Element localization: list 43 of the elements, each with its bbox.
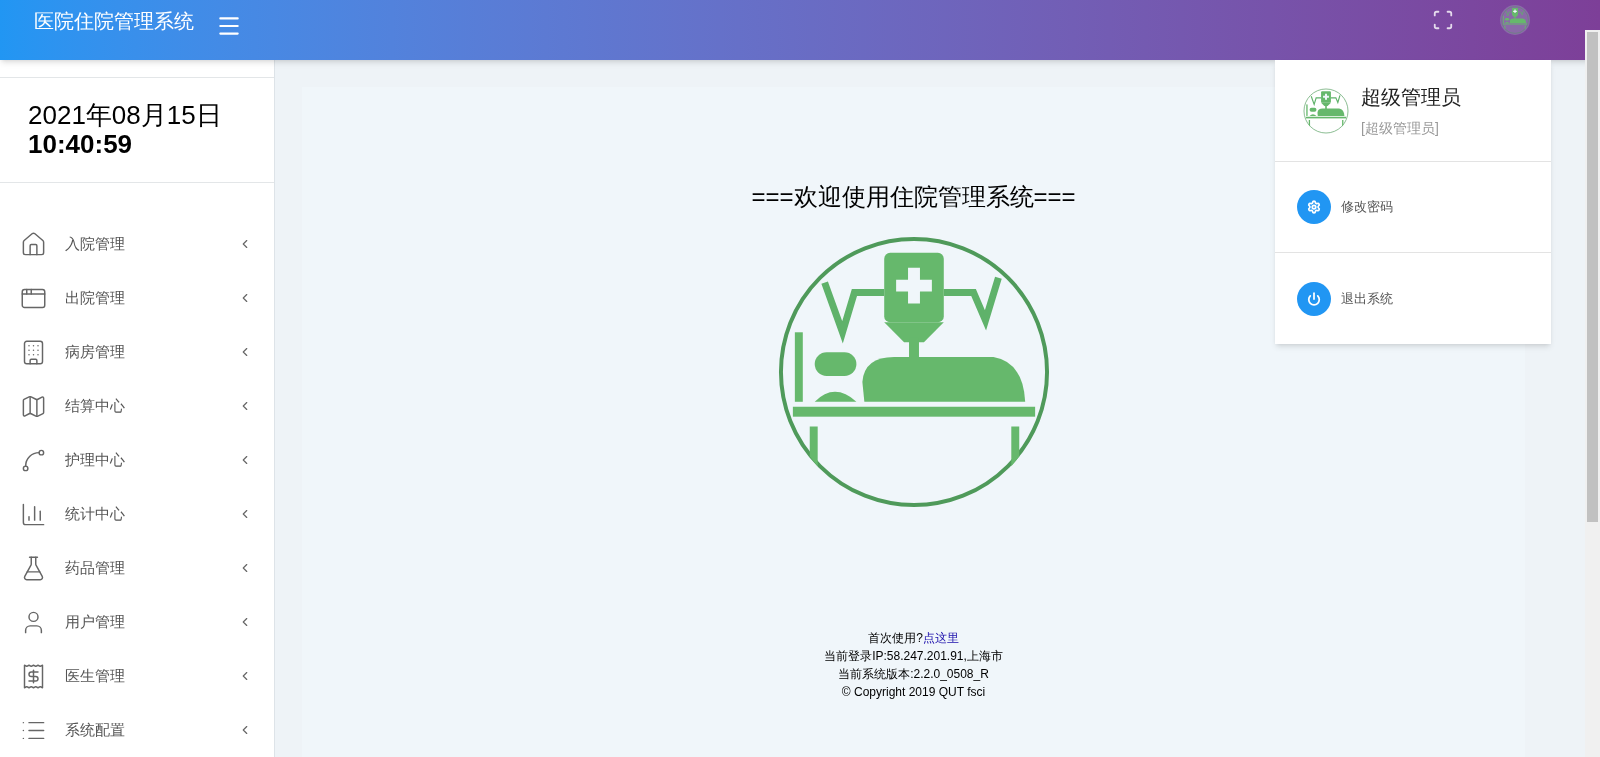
nav-label: 用户管理	[65, 611, 126, 632]
nav-label: 入院管理	[65, 233, 126, 254]
welcome-heading: ===欢迎使用住院管理系统===	[751, 182, 1076, 212]
nav-label: 病房管理	[65, 341, 126, 362]
house-icon	[20, 230, 47, 258]
click-here-link[interactable]: 点这里	[922, 631, 959, 645]
login-ip-text: 当前登录IP:58.247.201.91,上海市	[824, 648, 1003, 665]
settings-icon	[1297, 190, 1331, 224]
nav-label: 出院管理	[65, 287, 126, 308]
nav-item[interactable]: 药品管理	[0, 541, 274, 595]
version-text: 当前系统版本:2.2.0_0508_R	[838, 666, 989, 683]
nav-label: 系统配置	[65, 719, 126, 740]
nav-label: 医生管理	[65, 665, 126, 686]
nav-label: 统计中心	[65, 503, 126, 524]
nav-item[interactable]: 医生管理	[0, 649, 274, 703]
fullscreen-icon[interactable]	[1432, 9, 1454, 31]
nav-item[interactable]: 统计中心	[0, 487, 274, 541]
nav-label: 结算中心	[65, 395, 126, 416]
scrollbar[interactable]	[1585, 30, 1600, 757]
user-role: [超级管理员]	[1361, 119, 1440, 138]
nav-item[interactable]: 系统配置	[0, 703, 274, 757]
first-use-text: 首次使用?点这里	[868, 630, 959, 647]
menu-item-label: 退出系统	[1341, 289, 1393, 308]
avatar-icon[interactable]	[1500, 5, 1530, 35]
date-text: 2021年08月15日	[28, 101, 223, 129]
menu-item[interactable]: 修改密码	[1275, 162, 1551, 253]
app-title: 医院住院管理系统	[34, 9, 194, 34]
hospital-bed-icon	[1501, 6, 1529, 34]
nav-item[interactable]: 出院管理	[0, 271, 274, 325]
nav-item[interactable]: 病房管理	[0, 325, 274, 379]
user-avatar	[1303, 87, 1349, 134]
nav-item[interactable]: 入院管理	[0, 217, 274, 271]
menu-item-label: 修改密码	[1341, 198, 1393, 217]
copyright-text: © Copyright 2019 QUT fsci	[841, 684, 986, 701]
power-icon	[1297, 281, 1331, 316]
nav-label: 药品管理	[65, 557, 126, 578]
nav-item[interactable]: 结算中心	[0, 379, 274, 433]
menu-item[interactable]: 退出系统	[1275, 253, 1551, 344]
nav-item[interactable]: 护理中心	[0, 433, 274, 487]
nav-item[interactable]: 用户管理	[0, 595, 274, 649]
nav-label: 护理中心	[65, 449, 126, 470]
time-text: 10:40:59	[28, 129, 134, 159]
user-name: 超级管理员	[1361, 85, 1461, 110]
